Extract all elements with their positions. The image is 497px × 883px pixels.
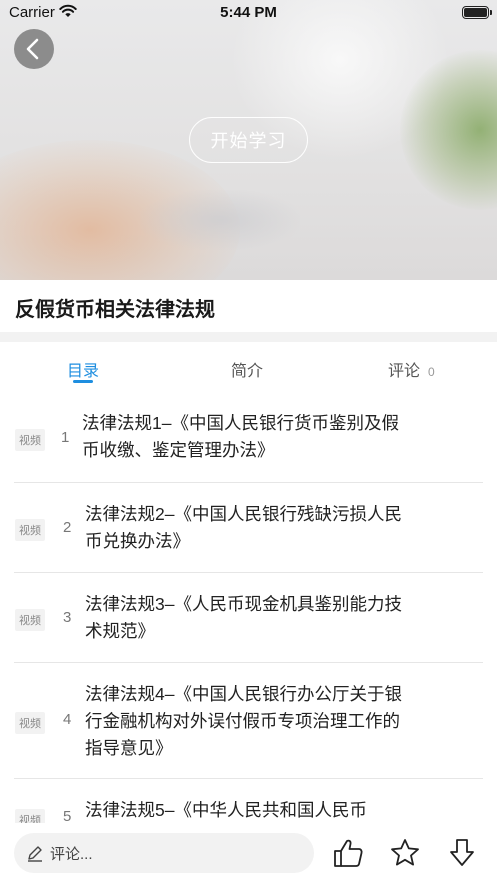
comment-placeholder: 评论...	[50, 845, 93, 863]
status-bar: Carrier 5:44 PM	[0, 0, 497, 26]
clock: 5:44 PM	[220, 4, 277, 21]
item-number: 3	[63, 609, 72, 626]
comment-input[interactable]: 评论...	[14, 833, 314, 873]
tab-comments-label: 评论	[388, 363, 421, 380]
tab-intro-label: 简介	[231, 363, 264, 380]
comment-count: 0	[428, 365, 435, 379]
tab-intro[interactable]: 简介	[231, 357, 263, 381]
video-badge: 视频	[15, 429, 45, 451]
bottom-action-bar: 评论...	[0, 823, 497, 883]
list-item[interactable]: 视频 2 法律法规2–《中国人民银行残缺污损人民币兑换办法》	[14, 483, 483, 573]
divider	[0, 332, 497, 342]
battery-icon	[462, 6, 492, 19]
item-number: 4	[63, 711, 72, 728]
active-tab-indicator	[73, 380, 93, 383]
video-badge: 视频	[15, 712, 45, 734]
tab-bar: 目录 简介 评论 0	[0, 342, 497, 392]
back-arrow-icon	[26, 38, 39, 60]
tab-comments[interactable]: 评论 0	[388, 357, 435, 381]
pen-icon	[28, 846, 42, 862]
item-title: 法律法规2–《中国人民银行残缺污损人民币兑换办法》	[85, 504, 402, 551]
list-item[interactable]: 视频 1 法律法规1–《中国人民银行货币鉴别及假币收缴、鉴定管理办法》	[14, 392, 483, 483]
list-item[interactable]: 视频 4 法律法规4–《中国人民银行办公厅关于银行金融机构对外误付假币专项治理工…	[14, 663, 483, 779]
list-item[interactable]: 视频 3 法律法规3–《人民币现金机具鉴别能力技术规范》	[14, 573, 483, 663]
thumb-up-icon[interactable]	[332, 837, 364, 869]
tab-catalog[interactable]: 目录	[67, 357, 99, 381]
course-header: 反假货币相关法律法规	[0, 280, 497, 332]
video-badge: 视频	[15, 609, 45, 631]
item-number: 1	[61, 429, 70, 446]
item-number: 2	[63, 519, 72, 536]
item-title: 法律法规5–《中华人民共和国人民币	[85, 800, 367, 820]
tab-catalog-label: 目录	[67, 363, 100, 380]
item-title: 法律法规1–《中国人民银行货币鉴别及假币收缴、鉴定管理办法》	[82, 413, 399, 460]
item-title: 法律法规3–《人民币现金机具鉴别能力技术规范》	[85, 594, 402, 641]
start-learning-button[interactable]: 开始学习	[189, 117, 308, 163]
star-icon[interactable]	[389, 837, 421, 869]
back-button[interactable]	[14, 29, 54, 69]
download-icon[interactable]	[446, 837, 478, 869]
video-badge: 视频	[15, 519, 45, 541]
course-title: 反假货币相关法律法规	[15, 299, 215, 321]
item-title: 法律法规4–《中国人民银行办公厅关于银行金融机构对外误付假币专项治理工作的指导意…	[85, 684, 402, 758]
